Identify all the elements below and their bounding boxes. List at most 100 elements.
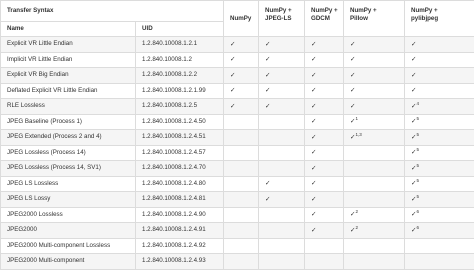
pillow-support-cell: ✓2 <box>344 207 405 223</box>
check-icon: ✓ <box>350 55 355 63</box>
footnote-ref: 5 <box>416 147 419 152</box>
footnote-ref: 1 <box>355 116 358 121</box>
check-icon: ✓ <box>411 55 416 63</box>
check-icon: ✓ <box>311 40 316 48</box>
check-icon: ✓ <box>265 40 270 48</box>
check-icon: ✓ <box>311 86 316 94</box>
numpy-support-cell: ✓ <box>224 83 259 99</box>
gdcm-support-cell: ✓ <box>305 207 344 223</box>
gdcm-support-cell <box>305 254 344 270</box>
name-column-header: Name <box>1 22 136 37</box>
check-icon: ✓ <box>265 86 270 94</box>
jpegls-support-cell <box>259 161 305 177</box>
check-icon: ✓ <box>265 102 270 110</box>
numpy-support-cell: ✓ <box>224 52 259 68</box>
pillow-support-cell: ✓2 <box>344 223 405 239</box>
jpegls-support-cell <box>259 207 305 223</box>
syntax-name-cell: JPEG Extended (Process 2 and 4) <box>1 130 136 146</box>
pylibjpeg-support-cell: ✓ <box>405 83 474 99</box>
jpegls-support-cell <box>259 254 305 270</box>
gdcm-support-cell: ✓ <box>305 68 344 84</box>
numpy-support-cell <box>224 254 259 270</box>
pillow-support-cell: ✓ <box>344 99 405 115</box>
table-row: JPEG2000 Multi-component1.2.840.10008.1.… <box>1 254 474 270</box>
check-icon: ✓ <box>311 226 316 234</box>
gdcm-support-cell: ✓ <box>305 130 344 146</box>
gdcm-support-cell: ✓ <box>305 223 344 239</box>
numpy-pylibjpeg-header: NumPy + pylibjpeg <box>405 1 474 37</box>
syntax-name-cell: RLE Lossless <box>1 99 136 115</box>
jpegls-support-cell <box>259 223 305 239</box>
pillow-support-cell: ✓1 <box>344 114 405 130</box>
uid-cell: 1.2.840.10008.1.2.4.57 <box>136 145 224 161</box>
check-icon: ✓ <box>350 86 355 94</box>
check-icon: ✓ <box>311 117 316 125</box>
gdcm-support-cell <box>305 238 344 254</box>
check-icon: ✓ <box>265 195 270 203</box>
pylibjpeg-support-cell: ✓5 <box>405 176 474 192</box>
jpegls-support-cell: ✓ <box>259 99 305 115</box>
pylibjpeg-support-cell: ✓5 <box>405 192 474 208</box>
uid-cell: 1.2.840.10008.1.2.4.90 <box>136 207 224 223</box>
uid-cell: 1.2.840.10008.1.2.4.70 <box>136 161 224 177</box>
check-icon: ✓ <box>230 102 235 110</box>
numpy-support-cell <box>224 223 259 239</box>
uid-cell: 1.2.840.10008.1.2.5 <box>136 99 224 115</box>
gdcm-support-cell: ✓ <box>305 176 344 192</box>
uid-cell: 1.2.840.10008.1.2.2 <box>136 68 224 84</box>
table-row: JPEG20001.2.840.10008.1.2.4.91✓✓2✓6 <box>1 223 474 239</box>
footnote-ref: 2 <box>355 225 358 230</box>
jpegls-support-cell <box>259 145 305 161</box>
check-icon: ✓ <box>265 55 270 63</box>
table-row: Deflated Explicit VR Little Endian1.2.84… <box>1 83 474 99</box>
check-icon: ✓ <box>265 179 270 187</box>
pylibjpeg-support-cell: ✓6 <box>405 207 474 223</box>
jpegls-support-cell: ✓ <box>259 192 305 208</box>
syntax-name-cell: JPEG Lossless (Process 14) <box>1 145 136 161</box>
footnote-ref: 5 <box>416 194 419 199</box>
numpy-jpegls-header-line1: NumPy + <box>265 7 304 15</box>
numpy-support-cell <box>224 192 259 208</box>
table-row: JPEG2000 Lossless1.2.840.10008.1.2.4.90 ✓… <box>1 207 474 223</box>
pillow-support-cell: ✓ <box>344 37 405 53</box>
pylibjpeg-support-cell: ✓5 <box>405 114 474 130</box>
check-icon: ✓ <box>311 71 316 79</box>
table-row: JPEG Lossless (Process 14, SV1)1.2.840.1… <box>1 161 474 177</box>
uid-cell: 1.2.840.10008.1.2 <box>136 52 224 68</box>
pylibjpeg-support-cell <box>405 254 474 270</box>
uid-cell: 1.2.840.10008.1.2.4.81 <box>136 192 224 208</box>
check-icon: ✓ <box>311 210 316 218</box>
footnote-ref: 6 <box>416 225 419 230</box>
pillow-support-cell <box>344 176 405 192</box>
numpy-gdcm-header-line2: GDCM <box>311 15 343 23</box>
gdcm-support-cell: ✓ <box>305 52 344 68</box>
footnote-ref: 4 <box>416 101 419 106</box>
gdcm-support-cell: ✓ <box>305 83 344 99</box>
table-row: JPEG Lossless (Process 14)1.2.840.10008.… <box>1 145 474 161</box>
table-body: Explicit VR Little Endian1.2.840.10008.1… <box>1 37 474 270</box>
pillow-support-cell <box>344 161 405 177</box>
pillow-support-cell: ✓ <box>344 52 405 68</box>
pillow-support-cell: ✓ <box>344 68 405 84</box>
syntax-name-cell: JPEG2000 <box>1 223 136 239</box>
check-icon: ✓ <box>230 55 235 63</box>
pylibjpeg-support-cell: ✓6 <box>405 223 474 239</box>
syntax-name-cell: JPEG Baseline (Process 1) <box>1 114 136 130</box>
syntax-name-cell: JPEG Lossless (Process 14, SV1) <box>1 161 136 177</box>
pylibjpeg-support-cell: ✓5 <box>405 130 474 146</box>
numpy-support-cell <box>224 207 259 223</box>
syntax-name-cell: JPEG2000 Lossless <box>1 207 136 223</box>
uid-cell: 1.2.840.10008.1.2.4.80 <box>136 176 224 192</box>
table-header: Transfer Syntax NumPy NumPy + JPEG-LS Nu… <box>1 1 474 37</box>
numpy-pillow-header: NumPy + Pillow <box>344 1 405 37</box>
gdcm-support-cell: ✓ <box>305 161 344 177</box>
table-row: JPEG2000 Multi-component Lossless1.2.840… <box>1 238 474 254</box>
check-icon: ✓ <box>411 86 416 94</box>
jpegls-support-cell <box>259 130 305 146</box>
footnote-ref: 5 <box>416 163 419 168</box>
transfer-syntax-table: Transfer Syntax NumPy NumPy + JPEG-LS Nu… <box>0 0 474 270</box>
footnote-ref: 2 <box>355 209 358 214</box>
table-row: Implicit VR Little Endian1.2.840.10008.1… <box>1 52 474 68</box>
check-icon: ✓ <box>350 102 355 110</box>
jpegls-support-cell: ✓ <box>259 52 305 68</box>
